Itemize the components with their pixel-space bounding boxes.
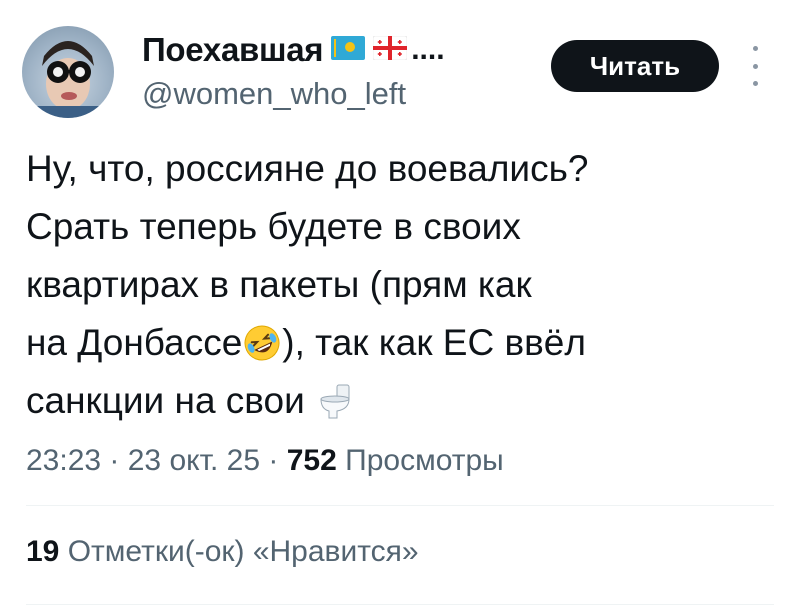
tweet-time[interactable]: 23:23 xyxy=(26,444,101,477)
name-truncation: .... xyxy=(411,33,445,66)
tweet-line-4a: на Донбассе xyxy=(26,322,243,363)
tweet-text: Ну, что, россияне до воевались? Срать те… xyxy=(26,140,766,430)
tweet-date[interactable]: 23 окт. 25 xyxy=(128,444,260,477)
tweet-meta: 23:23 · 23 окт. 25 · 752 Просмотры xyxy=(26,444,504,478)
avatar-photo-icon xyxy=(32,41,104,118)
more-dot xyxy=(752,63,758,69)
more-dot xyxy=(752,46,758,51)
avatar[interactable] xyxy=(22,26,114,118)
tweet-line-2: Срать теперь будете в своих xyxy=(26,206,521,247)
follow-button[interactable]: Читать xyxy=(551,40,719,92)
tweet-line-1: Ну, что, россияне до воевались? xyxy=(26,148,589,189)
divider xyxy=(26,505,774,506)
likes-count: 19 xyxy=(26,535,60,568)
display-name-row: Поехавшая .... xyxy=(142,28,445,72)
tweet-header: Поехавшая .... @women_who_left Читать xyxy=(0,0,800,130)
views-label: Просмотры xyxy=(336,444,504,477)
author-names: Поехавшая .... @women_who_left xyxy=(142,28,445,112)
likes-label: Отметки(-ок) «Нравится» xyxy=(59,535,419,568)
tweet-line-3: квартирах в пакеты (прям как xyxy=(26,264,532,305)
tweet-line-4b: ), так как ЕС ввёл xyxy=(282,322,586,363)
likes-stat[interactable]: 19 Отметки(-ок) «Нравится» xyxy=(26,535,419,569)
divider xyxy=(26,604,774,605)
more-dot xyxy=(752,81,758,86)
tweet-page: Поехавшая .... @women_who_left Читать Ну… xyxy=(0,0,800,615)
meta-separator: · xyxy=(260,444,287,477)
georgia-flag-icon xyxy=(372,35,408,65)
views-count: 752 xyxy=(286,444,337,477)
meta-separator: · xyxy=(101,444,128,477)
kazakhstan-flag-icon xyxy=(331,35,366,65)
more-vertical-icon[interactable] xyxy=(744,46,766,86)
display-name[interactable]: Поехавшая xyxy=(142,31,324,69)
author-handle[interactable]: @women_who_left xyxy=(142,76,445,112)
rolling-on-floor-laughing-emoji-icon xyxy=(242,322,282,362)
toilet-emoji-icon xyxy=(315,380,355,420)
tweet-line-5: санкции на свои xyxy=(26,380,316,421)
